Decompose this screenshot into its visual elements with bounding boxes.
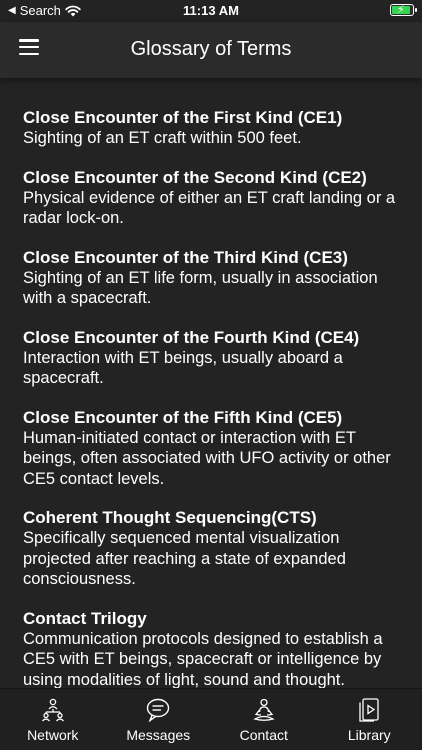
term-title: Close Encounter of the Third Kind (CE3) [23,247,348,267]
term-definition: Physical evidence of either an ET craft … [23,188,396,228]
glossary-item: Close Encounter of the Fifth Kind (CE5) … [23,407,400,490]
tab-messages[interactable]: Messages [106,689,212,750]
term-title: Contact Trilogy [23,608,147,628]
tab-bar: Network Messages Contact Library [0,688,422,750]
term-definition: Interaction with ET beings, usually aboa… [23,348,343,388]
nav-bar: Glossary of Terms [0,22,422,78]
battery-icon: ⚡ [390,4,417,16]
page-title: Glossary of Terms [130,38,292,60]
media-library-icon [359,698,379,722]
tab-contact[interactable]: Contact [211,689,317,750]
status-bar: ◀ Search 11:13 AM ⚡ [0,0,422,22]
meditation-icon [253,698,275,721]
tab-network[interactable]: Network [0,689,106,750]
status-time: 11:13 AM [183,3,239,18]
glossary-item: Contact Trilogy Communication protocols … [23,608,400,689]
glossary-item: Coherent Thought Sequencing(CTS) Specifi… [23,507,400,590]
term-title: Coherent Thought Sequencing(CTS) [23,508,317,527]
tab-label: Network [27,727,79,743]
glossary-item: Close Encounter of the Third Kind (CE3) … [23,247,400,309]
glossary-item: Close Encounter of the Second Kind (CE2)… [23,167,400,229]
term-definition: Communication protocols designed to esta… [23,629,383,689]
chat-bubble-icon [147,698,170,722]
network-icon [41,698,64,722]
term-title: Close Encounter of the Fourth Kind (CE4) [23,327,360,347]
term-definition: Human-initiated contact or interaction w… [23,428,391,488]
tab-label: Contact [239,727,288,743]
term-title: Close Encounter of the Second Kind (CE2) [23,167,367,187]
term-definition: Specifically sequenced mental visualizat… [23,529,346,588]
glossary-list[interactable]: Close Encounter of the First Kind (CE1) … [0,78,422,688]
tab-label: Library [347,727,391,743]
tab-library[interactable]: Library [317,689,422,750]
glossary-item: Close Encounter of the First Kind (CE1) … [23,107,400,149]
glossary-item: Close Encounter of the Fourth Kind (CE4)… [23,327,400,389]
term-definition: Sighting of an ET life form, usually in … [23,268,378,308]
term-definition: Sighting of an ET craft within 500 feet. [23,129,302,147]
term-title: Close Encounter of the Fifth Kind (CE5) [23,407,343,427]
tab-label: Messages [126,727,191,743]
term-title: Close Encounter of the First Kind (CE1) [23,108,343,127]
